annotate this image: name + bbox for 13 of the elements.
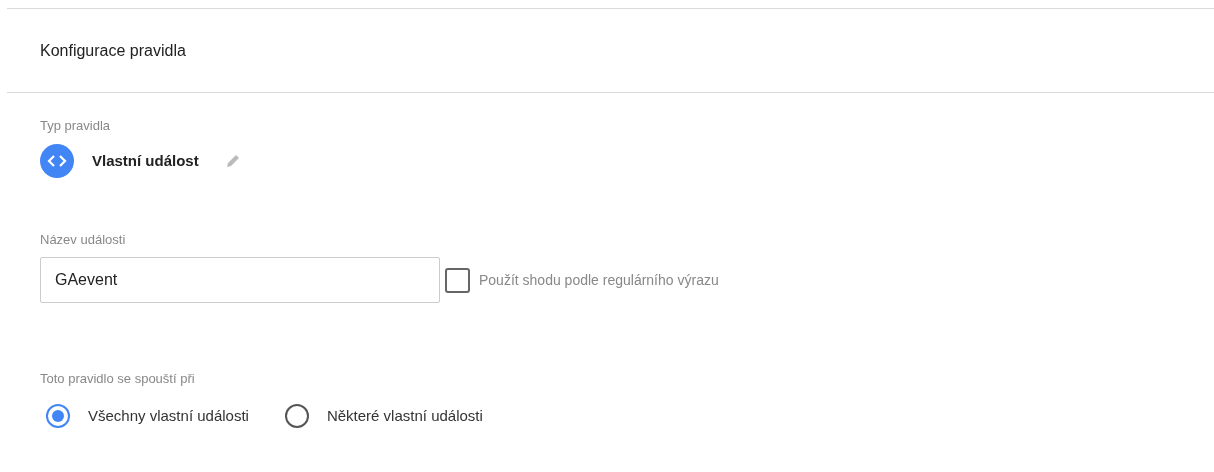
field-label: Název události [40,231,127,248]
radio-button[interactable] [46,404,70,428]
code-icon [40,144,74,178]
field-label: Toto pravidlo se spouští při [40,370,196,387]
checkbox[interactable] [445,267,470,293]
checkbox-label: Použít shodu podle regulárního výrazu [479,270,719,290]
rule-type-name: Vlastní událost [92,150,199,171]
field-label: Typ pravidla [40,117,112,134]
section-title: Konfigurace pravidla [40,40,186,61]
radio-button[interactable] [284,404,309,428]
event-name-field[interactable]: GAevent [40,257,440,303]
radio-label: Všechny vlastní události [88,405,249,426]
radio-label: Některé vlastní události [326,405,483,426]
